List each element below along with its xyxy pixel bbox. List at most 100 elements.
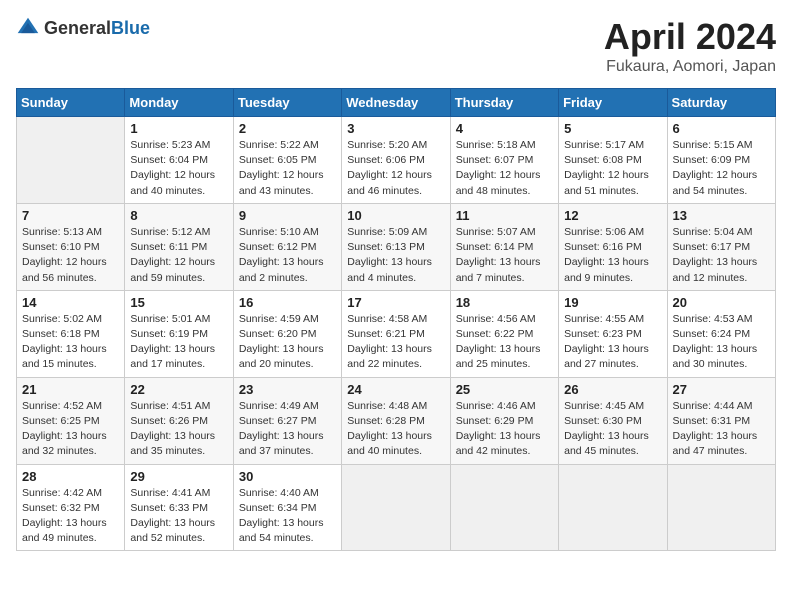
day-info: Sunrise: 5:23 AM Sunset: 6:04 PM Dayligh… xyxy=(130,138,227,199)
calendar-cell: 30Sunrise: 4:40 AM Sunset: 6:34 PM Dayli… xyxy=(233,464,341,551)
calendar-header-row: SundayMondayTuesdayWednesdayThursdayFrid… xyxy=(17,89,776,117)
day-number: 4 xyxy=(456,121,553,136)
calendar-cell: 21Sunrise: 4:52 AM Sunset: 6:25 PM Dayli… xyxy=(17,377,125,464)
calendar-cell xyxy=(17,117,125,204)
calendar-week-row: 21Sunrise: 4:52 AM Sunset: 6:25 PM Dayli… xyxy=(17,377,776,464)
calendar-cell: 28Sunrise: 4:42 AM Sunset: 6:32 PM Dayli… xyxy=(17,464,125,551)
day-info: Sunrise: 4:41 AM Sunset: 6:33 PM Dayligh… xyxy=(130,486,227,547)
day-number: 10 xyxy=(347,208,444,223)
calendar-cell xyxy=(667,464,775,551)
day-number: 6 xyxy=(673,121,770,136)
title-area: April 2024 Fukaura, Aomori, Japan xyxy=(604,16,776,76)
calendar-cell: 27 Sunrise: 4:44 AM Sunset: 6:31 PM Dayli… xyxy=(667,377,775,464)
calendar-cell: 18Sunrise: 4:56 AM Sunset: 6:22 PM Dayli… xyxy=(450,290,558,377)
calendar-cell: 19 Sunrise: 4:55 AM Sunset: 6:23 PM Dayli… xyxy=(559,290,667,377)
calendar-cell: 26 Sunrise: 4:45 AM Sunset: 6:30 PM Dayli… xyxy=(559,377,667,464)
calendar-week-row: 14 Sunrise: 5:02 AM Sunset: 6:18 PM Dayli… xyxy=(17,290,776,377)
day-number: 30 xyxy=(239,469,336,484)
day-number: 15 xyxy=(130,295,227,310)
calendar-cell: 12 Sunrise: 5:06 AM Sunset: 6:16 PM Dayli… xyxy=(559,203,667,290)
calendar-week-row: 7 Sunrise: 5:13 AM Sunset: 6:10 PM Daylig… xyxy=(17,203,776,290)
logo-text-blue: Blue xyxy=(111,18,150,38)
calendar-table: SundayMondayTuesdayWednesdayThursdayFrid… xyxy=(16,88,776,551)
day-info: Sunrise: 5:07 AM Sunset: 6:14 PM Dayligh… xyxy=(456,225,553,286)
calendar-day-header: Thursday xyxy=(450,89,558,117)
calendar-week-row: 28Sunrise: 4:42 AM Sunset: 6:32 PM Dayli… xyxy=(17,464,776,551)
month-title: April 2024 xyxy=(604,16,776,58)
calendar-day-header: Friday xyxy=(559,89,667,117)
day-info: Sunrise: 5:22 AM Sunset: 6:05 PM Dayligh… xyxy=(239,138,336,199)
page-header: GeneralBlue April 2024 Fukaura, Aomori, … xyxy=(16,16,776,76)
calendar-cell: 9 Sunrise: 5:10 AM Sunset: 6:12 PM Daylig… xyxy=(233,203,341,290)
day-number: 16 xyxy=(239,295,336,310)
day-info: Sunrise: 5:04 AM Sunset: 6:17 PM Dayligh… xyxy=(673,225,770,286)
calendar-cell: 10 Sunrise: 5:09 AM Sunset: 6:13 PM Dayli… xyxy=(342,203,450,290)
day-number: 22 xyxy=(130,382,227,397)
calendar-cell: 24Sunrise: 4:48 AM Sunset: 6:28 PM Dayli… xyxy=(342,377,450,464)
calendar-day-header: Saturday xyxy=(667,89,775,117)
day-info: Sunrise: 4:48 AM Sunset: 6:28 PM Dayligh… xyxy=(347,399,444,460)
calendar-cell: 16 Sunrise: 4:59 AM Sunset: 6:20 PM Dayli… xyxy=(233,290,341,377)
day-info: Sunrise: 4:46 AM Sunset: 6:29 PM Dayligh… xyxy=(456,399,553,460)
day-info: Sunrise: 4:56 AM Sunset: 6:22 PM Dayligh… xyxy=(456,312,553,373)
day-number: 13 xyxy=(673,208,770,223)
day-info: Sunrise: 5:06 AM Sunset: 6:16 PM Dayligh… xyxy=(564,225,661,286)
calendar-week-row: 1 Sunrise: 5:23 AM Sunset: 6:04 PM Daylig… xyxy=(17,117,776,204)
logo-text-general: General xyxy=(44,18,111,38)
calendar-day-header: Monday xyxy=(125,89,233,117)
day-info: Sunrise: 4:59 AM Sunset: 6:20 PM Dayligh… xyxy=(239,312,336,373)
calendar-cell: 8Sunrise: 5:12 AM Sunset: 6:11 PM Daylig… xyxy=(125,203,233,290)
day-info: Sunrise: 5:20 AM Sunset: 6:06 PM Dayligh… xyxy=(347,138,444,199)
day-info: Sunrise: 5:17 AM Sunset: 6:08 PM Dayligh… xyxy=(564,138,661,199)
calendar-cell xyxy=(342,464,450,551)
day-info: Sunrise: 5:10 AM Sunset: 6:12 PM Dayligh… xyxy=(239,225,336,286)
day-number: 27 xyxy=(673,382,770,397)
calendar-cell: 25 Sunrise: 4:46 AM Sunset: 6:29 PM Dayli… xyxy=(450,377,558,464)
day-number: 12 xyxy=(564,208,661,223)
calendar-cell xyxy=(559,464,667,551)
day-number: 2 xyxy=(239,121,336,136)
day-info: Sunrise: 4:55 AM Sunset: 6:23 PM Dayligh… xyxy=(564,312,661,373)
day-number: 1 xyxy=(130,121,227,136)
calendar-cell: 15 Sunrise: 5:01 AM Sunset: 6:19 PM Dayli… xyxy=(125,290,233,377)
day-info: Sunrise: 5:15 AM Sunset: 6:09 PM Dayligh… xyxy=(673,138,770,199)
calendar-cell: 11 Sunrise: 5:07 AM Sunset: 6:14 PM Dayli… xyxy=(450,203,558,290)
day-info: Sunrise: 4:53 AM Sunset: 6:24 PM Dayligh… xyxy=(673,312,770,373)
day-info: Sunrise: 4:45 AM Sunset: 6:30 PM Dayligh… xyxy=(564,399,661,460)
day-number: 17 xyxy=(347,295,444,310)
day-number: 5 xyxy=(564,121,661,136)
day-number: 25 xyxy=(456,382,553,397)
day-number: 21 xyxy=(22,382,119,397)
day-info: Sunrise: 5:18 AM Sunset: 6:07 PM Dayligh… xyxy=(456,138,553,199)
day-number: 7 xyxy=(22,208,119,223)
calendar-cell xyxy=(450,464,558,551)
calendar-cell: 13 Sunrise: 5:04 AM Sunset: 6:17 PM Dayli… xyxy=(667,203,775,290)
calendar-cell: 5 Sunrise: 5:17 AM Sunset: 6:08 PM Daylig… xyxy=(559,117,667,204)
day-info: Sunrise: 5:09 AM Sunset: 6:13 PM Dayligh… xyxy=(347,225,444,286)
logo-icon xyxy=(16,16,40,40)
day-info: Sunrise: 4:58 AM Sunset: 6:21 PM Dayligh… xyxy=(347,312,444,373)
day-number: 9 xyxy=(239,208,336,223)
day-number: 3 xyxy=(347,121,444,136)
day-info: Sunrise: 5:01 AM Sunset: 6:19 PM Dayligh… xyxy=(130,312,227,373)
calendar-cell: 17 Sunrise: 4:58 AM Sunset: 6:21 PM Dayli… xyxy=(342,290,450,377)
day-number: 28 xyxy=(22,469,119,484)
calendar-cell: 22 Sunrise: 4:51 AM Sunset: 6:26 PM Dayli… xyxy=(125,377,233,464)
day-info: Sunrise: 4:44 AM Sunset: 6:31 PM Dayligh… xyxy=(673,399,770,460)
calendar-day-header: Wednesday xyxy=(342,89,450,117)
day-info: Sunrise: 5:12 AM Sunset: 6:11 PM Dayligh… xyxy=(130,225,227,286)
location-title: Fukaura, Aomori, Japan xyxy=(604,58,776,76)
day-number: 11 xyxy=(456,208,553,223)
day-number: 23 xyxy=(239,382,336,397)
day-info: Sunrise: 4:51 AM Sunset: 6:26 PM Dayligh… xyxy=(130,399,227,460)
day-info: Sunrise: 5:02 AM Sunset: 6:18 PM Dayligh… xyxy=(22,312,119,373)
calendar-cell: 23 Sunrise: 4:49 AM Sunset: 6:27 PM Dayli… xyxy=(233,377,341,464)
day-info: Sunrise: 4:49 AM Sunset: 6:27 PM Dayligh… xyxy=(239,399,336,460)
calendar-cell: 29 Sunrise: 4:41 AM Sunset: 6:33 PM Dayli… xyxy=(125,464,233,551)
day-number: 19 xyxy=(564,295,661,310)
day-number: 14 xyxy=(22,295,119,310)
day-number: 29 xyxy=(130,469,227,484)
day-number: 26 xyxy=(564,382,661,397)
day-info: Sunrise: 5:13 AM Sunset: 6:10 PM Dayligh… xyxy=(22,225,119,286)
calendar-cell: 4 Sunrise: 5:18 AM Sunset: 6:07 PM Daylig… xyxy=(450,117,558,204)
